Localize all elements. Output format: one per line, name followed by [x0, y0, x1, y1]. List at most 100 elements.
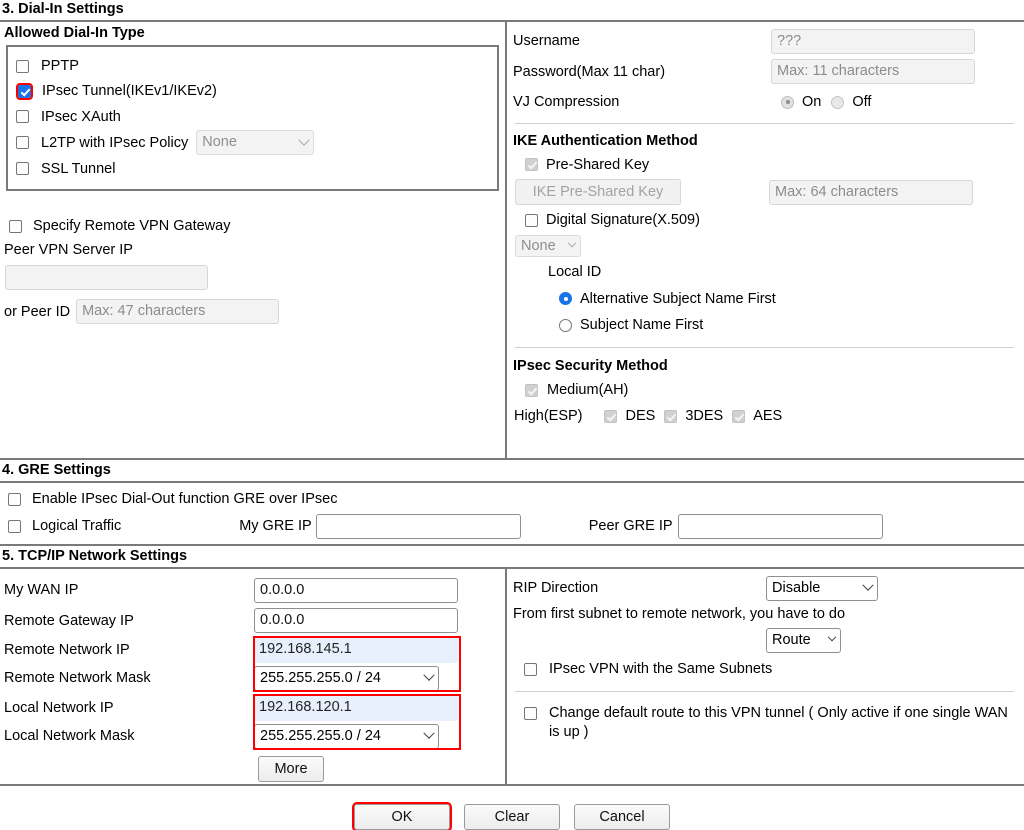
dial-in-left-column: Allowed Dial-In Type PPTP IPsec Tunnel(I… [0, 22, 507, 458]
ipsec-xauth-label: IPsec XAuth [41, 108, 121, 125]
dial-in-option-ssl-tunnel[interactable]: SSL Tunnel [16, 156, 489, 181]
peer-id-row: or Peer ID Max: 47 characters [0, 299, 505, 324]
pre-shared-key-label: Pre-Shared Key [546, 156, 650, 173]
ike-pre-shared-key-button[interactable]: IKE Pre-Shared Key [515, 179, 681, 205]
specify-remote-vpn-gateway-checkbox[interactable] [9, 219, 22, 233]
ipsec-tunnel-checkbox[interactable] [16, 82, 33, 100]
logical-traffic-checkbox[interactable] [8, 519, 21, 533]
password-input[interactable]: Max: 11 characters [771, 59, 975, 84]
specify-remote-vpn-gateway-row[interactable]: Specify Remote VPN Gateway [0, 212, 505, 240]
gre-enable-row[interactable]: Enable IPsec Dial-Out function GRE over … [0, 486, 1024, 512]
local-id-option-subject[interactable]: Subject Name First [513, 312, 1016, 338]
ike-psk-input[interactable]: Max: 64 characters [769, 179, 973, 205]
username-input[interactable]: ??? [771, 28, 975, 54]
username-label: Username [513, 33, 580, 49]
local-network-group: Local Network IP 192.168.120.1 Local Net… [0, 694, 505, 750]
my-gre-ip-label: My GRE IP [239, 518, 312, 534]
aes-checkbox[interactable] [732, 409, 746, 423]
digital-signature-label: Digital Signature(X.509) [546, 212, 700, 228]
remote-network-ip-label: Remote Network IP [4, 642, 130, 658]
local-id-label: Local ID [548, 264, 602, 280]
peer-vpn-server-ip-label: Peer VPN Server IP [4, 242, 133, 258]
peer-gre-ip-input[interactable] [677, 513, 883, 539]
subject-name-first-radio[interactable] [559, 318, 572, 332]
dial-in-option-ipsec-xauth[interactable]: IPsec XAuth [16, 104, 489, 129]
des-label: DES [625, 408, 656, 424]
chevron-down-icon [298, 134, 310, 146]
cancel-button[interactable]: Cancel [574, 804, 670, 830]
vj-compression-on-label: On [802, 94, 822, 110]
change-default-route-checkbox[interactable] [524, 707, 537, 720]
des-checkbox[interactable] [603, 409, 617, 423]
route-select-row: Route [513, 626, 1016, 654]
local-id-option-alternative[interactable]: Alternative Subject Name First [513, 285, 1016, 312]
subject-name-first-label: Subject Name First [580, 317, 704, 333]
medium-ah-checkbox[interactable] [525, 383, 538, 397]
my-wan-ip-label: My WAN IP [4, 582, 79, 598]
remote-network-highlight [253, 636, 461, 692]
username-row: Username ??? [513, 26, 1016, 56]
peer-vpn-server-ip-input[interactable] [5, 265, 208, 290]
or-peer-id-label: or Peer ID [4, 303, 71, 320]
my-wan-ip-row: My WAN IP 0.0.0.0 [0, 575, 505, 605]
route-select[interactable]: Route [766, 627, 841, 653]
dial-in-option-pptp[interactable]: PPTP [16, 54, 489, 78]
medium-ah-row[interactable]: Medium(AH) [513, 377, 1016, 403]
password-row: Password(Max 11 char) Max: 11 characters [513, 56, 1016, 87]
ike-auth-title: IKE Authentication Method [513, 133, 698, 149]
divider [515, 123, 1014, 124]
vj-compression-on-radio[interactable] [781, 95, 794, 109]
certificate-select[interactable]: None [515, 235, 581, 257]
rip-direction-value: Disable [772, 579, 821, 596]
tcpip-left-column: My WAN IP 0.0.0.0 Remote Gateway IP 0.0.… [0, 569, 507, 784]
ipsec-tunnel-label: IPsec Tunnel(IKEv1/IKEv2) [42, 83, 217, 99]
l2tp-ipsec-policy-select[interactable]: None [196, 130, 315, 155]
rip-direction-select[interactable]: Disable [766, 575, 878, 601]
subnet-route-text: From first subnet to remote network, you… [513, 606, 846, 622]
dial-in-option-l2tp[interactable]: L2TP with IPsec Policy None [16, 129, 489, 156]
pptp-checkbox[interactable] [16, 59, 29, 73]
ok-button[interactable]: OK [352, 802, 452, 830]
vpn-profile-settings-page: 3. Dial-In Settings Allowed Dial-In Type… [0, 0, 1024, 830]
peer-id-input[interactable]: Max: 47 characters [76, 299, 280, 324]
l2tp-checkbox[interactable] [16, 136, 29, 149]
remote-network-mask-label: Remote Network Mask [4, 670, 151, 686]
digital-signature-checkbox[interactable] [525, 213, 538, 227]
ipsec-xauth-checkbox[interactable] [16, 110, 29, 123]
my-wan-ip-input[interactable]: 0.0.0.0 [254, 577, 458, 603]
remote-gateway-ip-row: Remote Gateway IP 0.0.0.0 [0, 605, 505, 636]
more-button[interactable]: More [258, 756, 324, 782]
password-label: Password(Max 11 char) [513, 63, 666, 80]
certificate-select-row: None [513, 233, 1016, 259]
route-select-value: Route [772, 631, 811, 648]
rip-direction-label: RIP Direction [513, 580, 599, 596]
digital-signature-row[interactable]: Digital Signature(X.509) [513, 207, 1016, 233]
medium-ah-label: Medium(AH) [547, 382, 629, 398]
clear-button[interactable]: Clear [464, 804, 560, 830]
enable-gre-over-ipsec-label: Enable IPsec Dial-Out function GRE over … [32, 491, 338, 507]
change-default-route-label: Change default route to this VPN tunnel … [549, 705, 1008, 740]
specify-remote-vpn-gateway-label: Specify Remote VPN Gateway [33, 218, 231, 234]
remote-gateway-ip-input[interactable]: 0.0.0.0 [254, 608, 458, 633]
ssl-tunnel-label: SSL Tunnel [41, 160, 116, 177]
alternative-subject-name-radio[interactable] [559, 292, 572, 305]
change-default-route-row[interactable]: Change default route to this VPN tunnel … [513, 704, 1016, 742]
pre-shared-key-checkbox[interactable] [525, 158, 538, 171]
gre-body: Enable IPsec Dial-Out function GRE over … [0, 483, 1024, 544]
ipsec-vpn-same-subnets-checkbox[interactable] [524, 662, 537, 676]
ssl-tunnel-checkbox[interactable] [16, 162, 29, 175]
dial-in-option-ipsec-tunnel[interactable]: IPsec Tunnel(IKEv1/IKEv2) [16, 78, 489, 104]
pre-shared-key-row[interactable]: Pre-Shared Key [513, 152, 1016, 177]
gre-ip-row: Logical Traffic My GRE IP Peer GRE IP [0, 512, 1024, 540]
peer-gre-ip-label: Peer GRE IP [588, 518, 673, 534]
vj-compression-off-radio[interactable] [831, 95, 845, 109]
same-subnets-row[interactable]: IPsec VPN with the Same Subnets [513, 654, 1016, 684]
ipsec-vpn-same-subnets-label: IPsec VPN with the Same Subnets [549, 661, 773, 677]
enable-gre-over-ipsec-checkbox[interactable] [8, 492, 21, 506]
my-gre-ip-input[interactable] [315, 513, 521, 539]
3des-checkbox[interactable] [664, 409, 678, 423]
pptp-label: PPTP [41, 58, 79, 74]
certificate-select-value: None [521, 238, 556, 254]
divider [515, 347, 1014, 348]
ike-psk-row: IKE Pre-Shared Key Max: 64 characters [513, 177, 1016, 207]
